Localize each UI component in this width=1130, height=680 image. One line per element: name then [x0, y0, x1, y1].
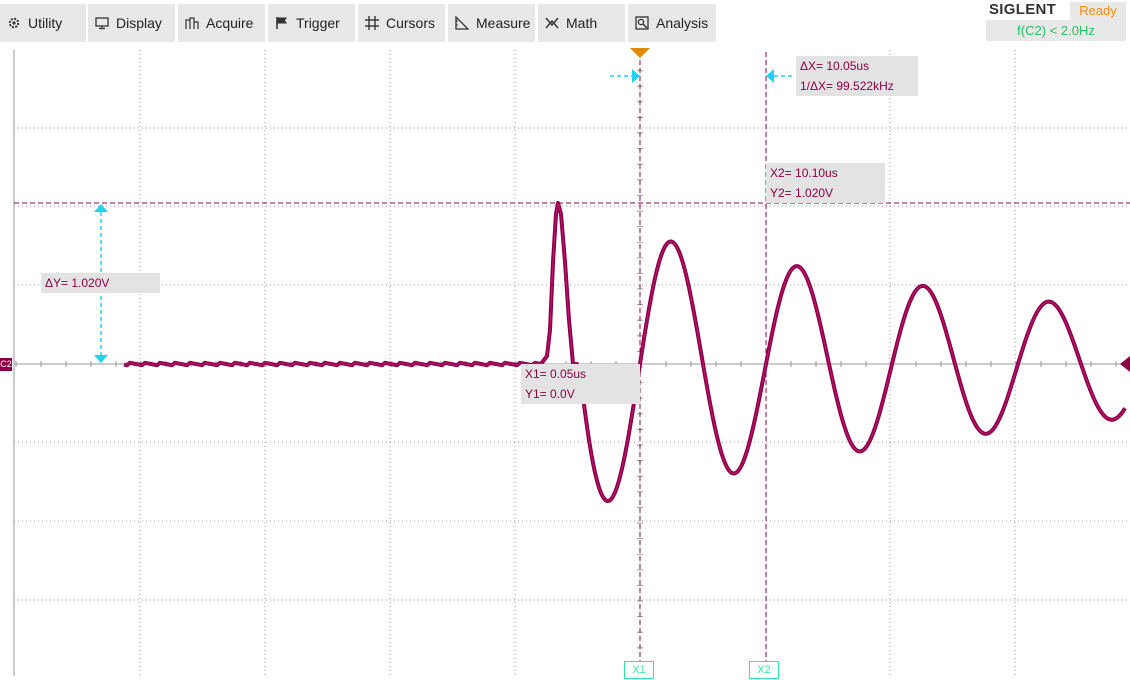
frequency-counter: f(C2) < 2.0Hz	[986, 20, 1126, 41]
menu-acquire-label: Acquire	[206, 15, 254, 31]
cursor-cross-icon	[365, 16, 379, 30]
x1-y1-readout: X1= 0.05us Y1= 0.0V	[521, 364, 640, 404]
menu-acquire[interactable]: Acquire	[178, 4, 265, 42]
delta-y-value: ΔY= 1.020V	[45, 276, 110, 290]
x2-y2-readout: X2= 10.10us Y2= 1.020V	[766, 163, 885, 203]
flag-icon	[275, 16, 289, 30]
menu-trigger-label: Trigger	[296, 15, 340, 31]
menu-utility[interactable]: Utility	[0, 4, 86, 42]
x1-cursor-marker[interactable]: X1	[624, 661, 654, 679]
x1-value: X1= 0.05us	[525, 367, 587, 381]
y1-value: Y1= 0.0V	[525, 387, 575, 401]
menu-cursors-label: Cursors	[386, 15, 436, 31]
menu-trigger[interactable]: Trigger	[268, 4, 355, 42]
menu-math[interactable]: Math	[538, 4, 625, 42]
acquisition-status: Ready	[1070, 2, 1126, 20]
delta-x-readout: ΔX= 10.05us 1/ΔX= 99.522kHz	[796, 56, 918, 96]
y2-value: Y2= 1.020V	[770, 186, 834, 200]
inverse-delta-x-value: 1/ΔX= 99.522kHz	[800, 79, 894, 93]
menu-bar: Utility Display Acquire Trigger Cursors …	[0, 0, 1130, 44]
math-icon	[545, 16, 559, 30]
acquire-icon	[185, 16, 199, 30]
analysis-icon	[635, 16, 649, 30]
siglent-logo: SIGLENT	[989, 1, 1057, 18]
menu-analysis[interactable]: Analysis	[628, 4, 716, 42]
menu-display-label: Display	[116, 15, 162, 31]
monitor-icon	[95, 16, 109, 30]
menu-measure[interactable]: Measure	[448, 4, 535, 42]
menu-measure-label: Measure	[476, 15, 531, 31]
brand-panel: SIGLENT Ready f(C2) < 2.0Hz	[986, 0, 1126, 44]
menu-cursors[interactable]: Cursors	[358, 4, 445, 42]
ruler-icon	[455, 16, 469, 30]
menu-analysis-label: Analysis	[656, 15, 709, 31]
delta-y-readout: ΔY= 1.020V	[41, 273, 160, 293]
waveform-display[interactable]	[0, 44, 1130, 680]
channel-c2-marker[interactable]: C2	[0, 358, 12, 371]
delta-x-value: ΔX= 10.05us	[800, 59, 870, 73]
gear-icon	[7, 16, 21, 30]
x2-cursor-marker[interactable]: X2	[749, 661, 779, 679]
menu-display[interactable]: Display	[88, 4, 175, 42]
menu-utility-label: Utility	[28, 15, 63, 31]
x2-value: X2= 10.10us	[770, 166, 838, 180]
menu-math-label: Math	[566, 15, 598, 31]
